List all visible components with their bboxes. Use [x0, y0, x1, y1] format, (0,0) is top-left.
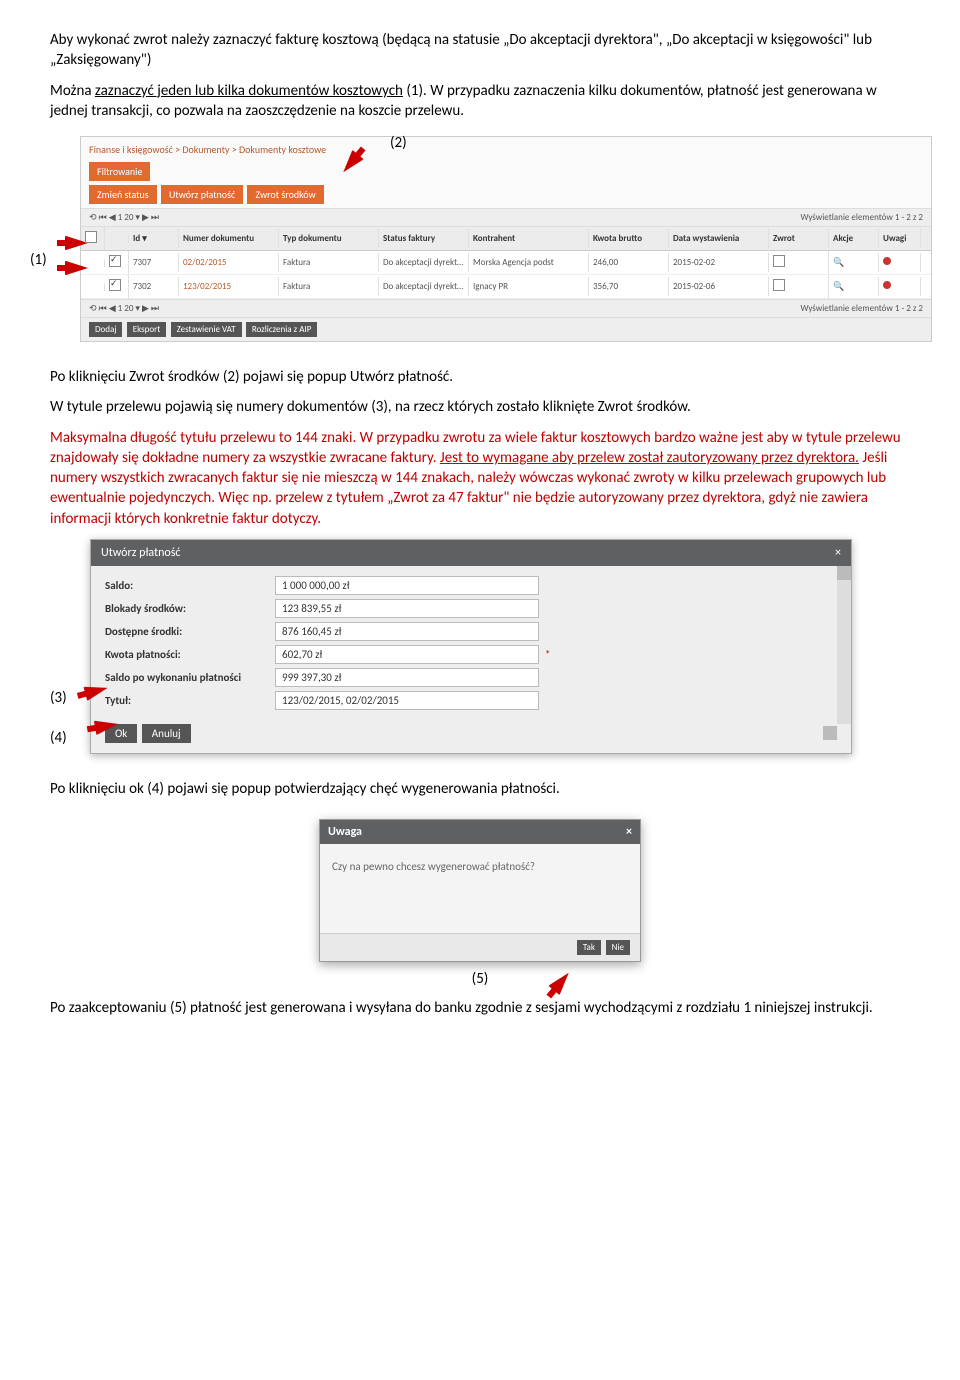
callout-4: (4)	[50, 729, 67, 747]
view-icon[interactable]: 🔍	[829, 253, 879, 272]
col-docnum[interactable]: Numer dokumentu	[179, 229, 279, 248]
label-kwota: Kwota płatności:	[105, 648, 275, 661]
vat-report-button[interactable]: Zestawienie VAT	[171, 322, 242, 337]
value-dostepne: 876 160,45 zł	[275, 622, 539, 641]
after-confirm-text: Po zaakceptowaniu (5) płatność jest gene…	[50, 998, 910, 1018]
cell-docnum[interactable]: 02/02/2015	[179, 253, 279, 272]
close-icon[interactable]: ×	[626, 825, 632, 839]
table-row[interactable]: 7302 123/02/2015 Faktura Do akceptacji d…	[81, 275, 931, 299]
cell-gross: 246,00	[589, 253, 669, 272]
pager-right: Wyświetlanie elementów 1 - 2 z 2	[801, 212, 923, 223]
cell-id: 7307	[129, 253, 179, 272]
row-checkbox[interactable]	[109, 255, 121, 267]
export-button[interactable]: Eksport	[127, 322, 167, 337]
create-payment-button[interactable]: Utwórz płatność	[161, 185, 243, 204]
pager-left[interactable]: ⟲ ⏮ ◀ 1 20 ▾ ▶ ⏭	[89, 212, 159, 223]
col-status[interactable]: Status faktury	[379, 229, 469, 248]
arrow-to-checkbox-2	[65, 261, 87, 275]
scroll-up-icon[interactable]	[837, 566, 851, 580]
create-payment-dialog: Utwórz płatność × Saldo:1 000 000,00 zł …	[90, 539, 852, 754]
intro-p2: Można zaznaczyć jeden lub kilka dokument…	[50, 81, 910, 122]
value-blokady: 123 839,55 zł	[275, 599, 539, 618]
col-date[interactable]: Data wystawienia	[669, 229, 769, 248]
warning-icon	[883, 257, 891, 265]
table-row[interactable]: 7307 02/02/2015 Faktura Do akceptacji dy…	[81, 251, 931, 275]
mid-p1: Po kliknięciu Zwrot środków (2) pojawi s…	[50, 367, 910, 387]
col-refund[interactable]: Zwrot	[769, 229, 829, 248]
cell-gross: 356,70	[589, 277, 669, 296]
cell-status: Do akceptacji dyrektora	[379, 253, 469, 272]
value-tytul[interactable]: 123/02/2015, 02/02/2015	[275, 691, 539, 710]
label-dostepne: Dostępne środki:	[105, 625, 275, 638]
row-checkbox[interactable]	[109, 279, 121, 291]
cell-contractor: Ignacy PR	[469, 277, 589, 296]
value-saldo-po: 999 397,30 zł	[275, 668, 539, 687]
grid-header: Id ▾ Numer dokumentu Typ dokumentu Statu…	[81, 227, 931, 251]
scrollbar[interactable]	[837, 566, 851, 724]
scroll-down-icon[interactable]	[823, 726, 837, 740]
callout-1: (1)	[30, 251, 47, 269]
pager-left-bottom[interactable]: ⟲ ⏮ ◀ 1 20 ▾ ▶ ⏭	[89, 303, 159, 314]
cell-date: 2015-02-02	[669, 253, 769, 272]
after-dialog-text: Po kliknięciu ok (4) pojawi się popup po…	[50, 779, 910, 799]
confirm-dialog: Uwaga × Czy na pewno chcesz wygenerować …	[319, 819, 641, 962]
col-id[interactable]: Id ▾	[129, 229, 179, 248]
screenshot-confirm: Uwaga × Czy na pewno chcesz wygenerować …	[50, 819, 910, 988]
col-actions: Akcje	[829, 229, 879, 248]
dialog-title: Utwórz płatność	[101, 546, 180, 560]
warning-icon	[883, 281, 891, 289]
col-gross[interactable]: Kwota brutto	[589, 229, 669, 248]
cell-id: 7302	[129, 277, 179, 296]
close-icon[interactable]: ×	[835, 546, 841, 560]
cell-contractor: Morska Agencja podst	[469, 253, 589, 272]
add-button[interactable]: Dodaj	[89, 322, 122, 337]
pager-right-bottom: Wyświetlanie elementów 1 - 2 z 2	[801, 303, 923, 314]
required-mark: *	[545, 648, 550, 661]
callout-2: (2)	[390, 134, 407, 152]
value-kwota[interactable]: 602,70 zł	[275, 645, 539, 664]
label-tytul: Tytuł:	[105, 694, 275, 707]
mid-red: Maksymalna długość tytułu przelewu to 14…	[50, 428, 910, 529]
label-blokady: Blokady środków:	[105, 602, 275, 615]
intro-p2a: Można	[50, 82, 95, 100]
screenshot-grid: (1) (2) Finanse i księgowość > Dokumenty…	[50, 136, 910, 342]
label-saldo-po: Saldo po wykonaniu płatności	[105, 671, 275, 684]
col-contractor[interactable]: Kontrahent	[469, 229, 589, 248]
col-type[interactable]: Typ dokumentu	[279, 229, 379, 248]
refund-checkbox[interactable]	[773, 255, 785, 267]
yes-button[interactable]: Tak	[577, 940, 601, 955]
cell-date: 2015-02-06	[669, 277, 769, 296]
callout-3: (3)	[50, 689, 67, 707]
aip-settlement-button[interactable]: Rozliczenia z AIP	[246, 322, 318, 337]
label-saldo: Saldo:	[105, 579, 275, 592]
mid-red-1u: Jest to wymagane aby przelew został zaut…	[440, 449, 859, 467]
cancel-button[interactable]: Anuluj	[142, 724, 191, 743]
refund-button[interactable]: Zwrot środków	[247, 185, 323, 204]
cell-type: Faktura	[279, 277, 379, 296]
arrow-to-checkbox-1	[65, 236, 87, 250]
value-saldo: 1 000 000,00 zł	[275, 576, 539, 595]
cell-status: Do akceptacji dyrektora	[379, 277, 469, 296]
callout-5: (5)	[472, 970, 489, 988]
refund-checkbox[interactable]	[773, 279, 785, 291]
filter-button[interactable]: Filtrowanie	[89, 162, 150, 181]
change-status-button[interactable]: Zmień status	[89, 185, 157, 204]
intro-p1: Aby wykonać zwrot należy zaznaczyć faktu…	[50, 30, 910, 71]
no-button[interactable]: Nie	[606, 940, 630, 955]
screenshot-dialog: (3) (4) Utwórz płatność × Saldo:1 000 00…	[50, 539, 910, 754]
confirm-message: Czy na pewno chcesz wygenerować płatność…	[320, 844, 640, 933]
intro-p2b: zaznaczyć jeden lub kilka dokumentów kos…	[95, 82, 403, 100]
confirm-title: Uwaga	[328, 825, 362, 839]
breadcrumb: Finanse i księgowość > Dokumenty > Dokum…	[81, 137, 931, 158]
cell-docnum[interactable]: 123/02/2015	[179, 277, 279, 296]
select-all-checkbox[interactable]	[85, 231, 97, 243]
view-icon[interactable]: 🔍	[829, 277, 879, 296]
mid-p2: W tytule przelewu pojawią się numery dok…	[50, 397, 910, 417]
col-notes: Uwagi	[879, 229, 921, 248]
cell-type: Faktura	[279, 253, 379, 272]
